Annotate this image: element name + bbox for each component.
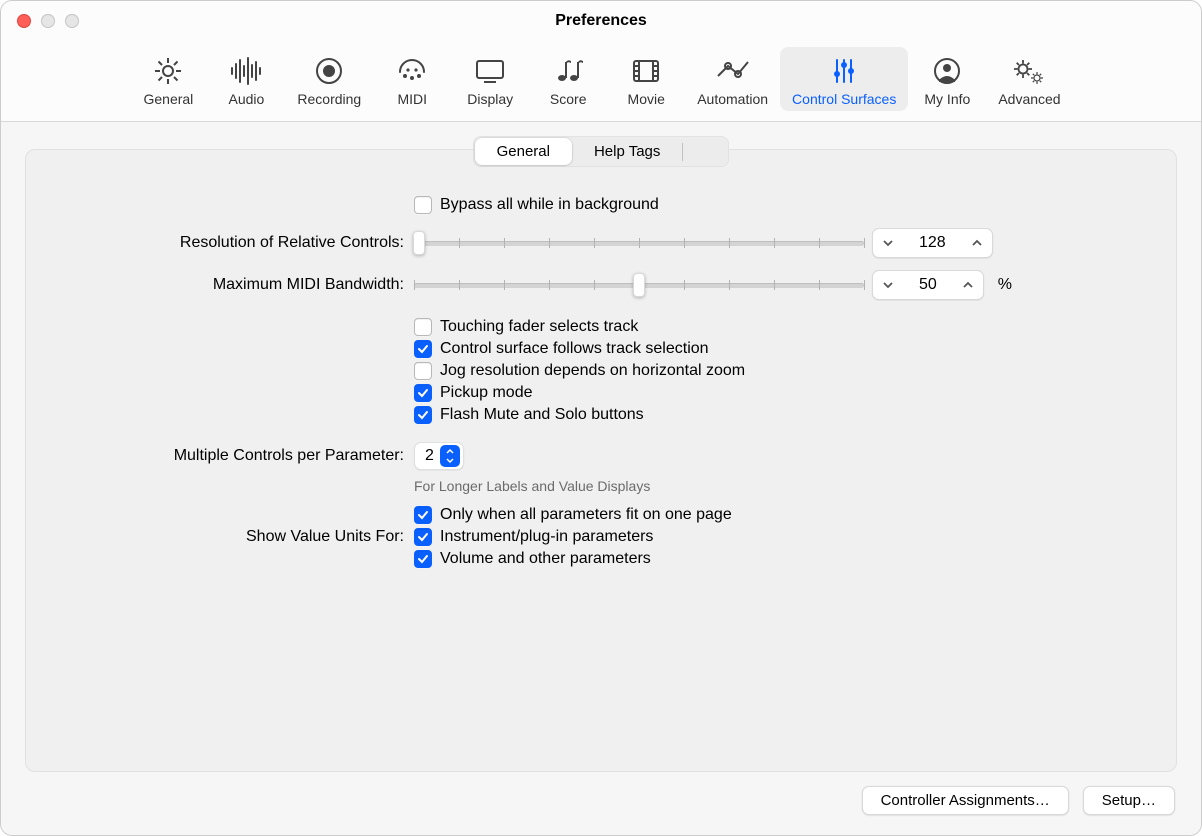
multiple-value: 2 bbox=[425, 447, 434, 465]
window-title: Preferences bbox=[1, 12, 1201, 30]
resolution-stepper: 128 bbox=[872, 228, 993, 258]
bandwidth-label: Maximum MIDI Bandwidth: bbox=[54, 276, 414, 294]
follows-track-label: Control surface follows track selection bbox=[440, 340, 709, 358]
subtab-help-tags[interactable]: Help Tags bbox=[572, 138, 682, 165]
subtab-midi-controllers[interactable] bbox=[683, 138, 727, 165]
display-icon bbox=[474, 56, 506, 86]
toolbar-item-movie[interactable]: Movie bbox=[607, 47, 685, 111]
bypass-label: Bypass all while in background bbox=[440, 196, 659, 214]
only-fit-label: Only when all parameters fit on one page bbox=[440, 506, 732, 524]
toolbar-label: My Info bbox=[924, 91, 970, 107]
toolbar-label: MIDI bbox=[397, 91, 427, 107]
toolbar-item-recording[interactable]: Recording bbox=[285, 47, 373, 111]
toolbar-item-advanced[interactable]: Advanced bbox=[986, 47, 1072, 111]
touch-fader-checkbox[interactable] bbox=[414, 318, 432, 336]
pickup-label: Pickup mode bbox=[440, 384, 533, 402]
toolbar-label: Movie bbox=[628, 91, 665, 107]
prefs-toolbar: General Audio Recording MIDI Display Sco… bbox=[1, 41, 1201, 122]
footer-buttons: Controller Assignments… Setup… bbox=[25, 772, 1177, 819]
titlebar: Preferences bbox=[1, 1, 1201, 41]
multiple-popup[interactable]: 2 bbox=[414, 442, 464, 470]
bandwidth-decrement[interactable] bbox=[873, 279, 903, 291]
bandwidth-stepper: 50 bbox=[872, 270, 984, 300]
flash-checkbox[interactable] bbox=[414, 406, 432, 424]
record-icon bbox=[314, 56, 344, 86]
toolbar-item-automation[interactable]: Automation bbox=[685, 47, 780, 111]
touch-fader-label: Touching fader selects track bbox=[440, 318, 638, 336]
preferences-window: Preferences General Audio Recording MIDI… bbox=[0, 0, 1202, 836]
controller-assignments-button[interactable]: Controller Assignments… bbox=[862, 786, 1069, 815]
volume-label: Volume and other parameters bbox=[440, 550, 651, 568]
toolbar-item-display[interactable]: Display bbox=[451, 47, 529, 111]
setup-button[interactable]: Setup… bbox=[1083, 786, 1175, 815]
settings-panel: Bypass all while in background Resolutio… bbox=[25, 149, 1177, 772]
movie-icon bbox=[631, 56, 661, 86]
flash-label: Flash Mute and Solo buttons bbox=[440, 406, 644, 424]
follows-track-checkbox[interactable] bbox=[414, 340, 432, 358]
waveform-icon bbox=[229, 56, 263, 86]
volume-checkbox[interactable] bbox=[414, 550, 432, 568]
automation-icon bbox=[716, 56, 750, 86]
jog-checkbox[interactable] bbox=[414, 362, 432, 380]
bandwidth-slider[interactable] bbox=[414, 271, 864, 299]
toolbar-label: Display bbox=[467, 91, 513, 107]
resolution-label: Resolution of Relative Controls: bbox=[54, 234, 414, 252]
toolbar-item-midi[interactable]: MIDI bbox=[373, 47, 451, 111]
sliders-icon bbox=[829, 56, 859, 86]
resolution-increment[interactable] bbox=[962, 237, 992, 249]
resolution-decrement[interactable] bbox=[873, 237, 903, 249]
toolbar-label: Advanced bbox=[998, 91, 1060, 107]
bandwidth-value: 50 bbox=[903, 276, 953, 294]
toolbar-label: General bbox=[143, 91, 193, 107]
music-note-icon bbox=[553, 56, 583, 86]
instrument-checkbox[interactable] bbox=[414, 528, 432, 546]
jog-label: Jog resolution depends on horizontal zoo… bbox=[440, 362, 745, 380]
gear-icon bbox=[153, 56, 183, 86]
subtab-segmented-control: General Help Tags bbox=[473, 136, 730, 167]
toolbar-label: Recording bbox=[297, 91, 361, 107]
only-fit-checkbox[interactable] bbox=[414, 506, 432, 524]
resolution-slider[interactable] bbox=[414, 229, 864, 257]
pickup-checkbox[interactable] bbox=[414, 384, 432, 402]
multiple-label: Multiple Controls per Parameter: bbox=[54, 447, 414, 465]
resolution-value: 128 bbox=[903, 234, 962, 252]
toolbar-item-control-surfaces[interactable]: Control Surfaces bbox=[780, 47, 908, 111]
bandwidth-increment[interactable] bbox=[953, 279, 983, 291]
toolbar-label: Audio bbox=[228, 91, 264, 107]
gears-icon bbox=[1012, 56, 1046, 86]
toolbar-item-score[interactable]: Score bbox=[529, 47, 607, 111]
midi-icon bbox=[397, 56, 427, 86]
toolbar-label: Automation bbox=[697, 91, 768, 107]
toolbar-item-audio[interactable]: Audio bbox=[207, 47, 285, 111]
instrument-label: Instrument/plug-in parameters bbox=[440, 528, 653, 546]
toolbar-label: Control Surfaces bbox=[792, 91, 896, 107]
chevron-up-down-icon bbox=[440, 445, 460, 467]
bypass-checkbox[interactable] bbox=[414, 196, 432, 214]
toolbar-label: Score bbox=[550, 91, 587, 107]
toolbar-item-general[interactable]: General bbox=[129, 47, 207, 111]
multiple-hint: For Longer Labels and Value Displays bbox=[414, 478, 650, 494]
toolbar-item-my-info[interactable]: My Info bbox=[908, 47, 986, 111]
subtab-general[interactable]: General bbox=[475, 138, 572, 165]
bandwidth-unit: % bbox=[998, 276, 1012, 294]
person-icon bbox=[932, 56, 962, 86]
show-units-label: Show Value Units For: bbox=[54, 528, 414, 546]
